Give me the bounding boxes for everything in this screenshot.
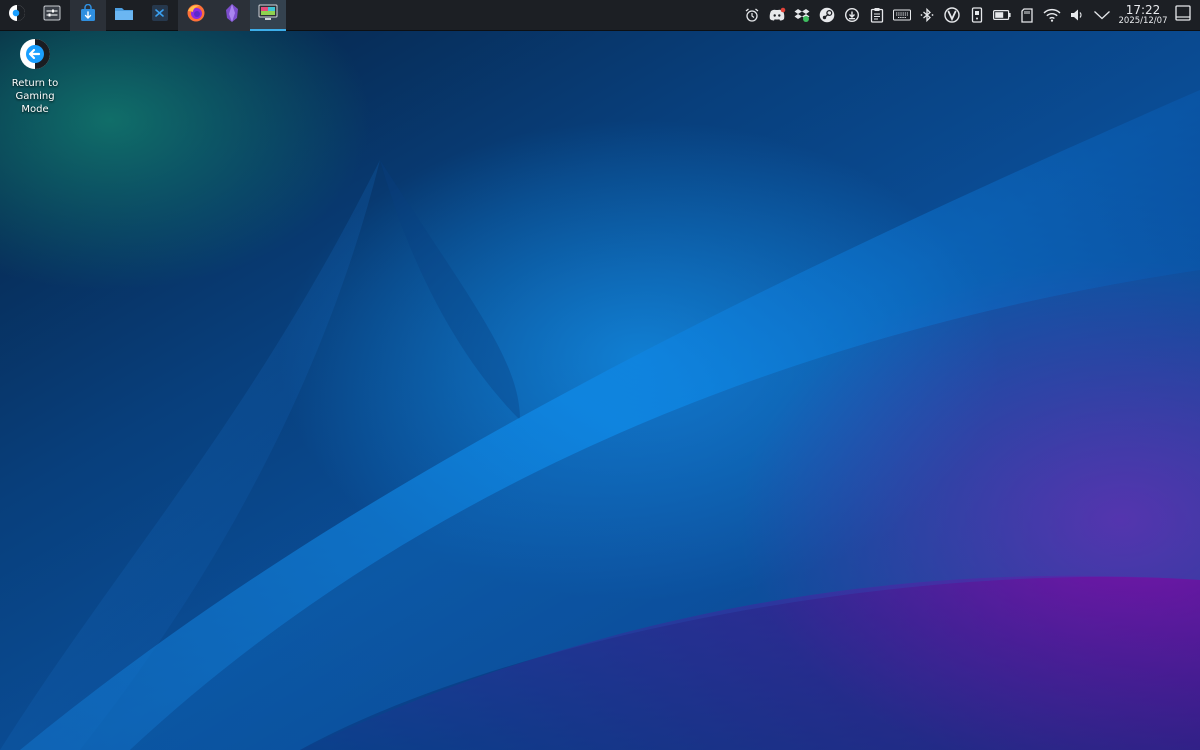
task-vscode[interactable] [142,0,178,31]
keyboard-icon[interactable] [889,0,914,31]
task-dolphin[interactable] [106,0,142,31]
task-obsidian[interactable] [214,0,250,31]
battery-icon[interactable] [989,0,1014,31]
desktop[interactable]: Return to Gaming Mode 17:22 2025/12/07 [0,0,1200,750]
return-arrow-icon [19,38,51,74]
volume-icon[interactable] [1064,0,1089,31]
clock-time: 17:22 [1125,3,1161,18]
clipboard-icon[interactable] [864,0,889,31]
discord-icon[interactable] [764,0,789,31]
code-icon [151,4,169,26]
digital-clock[interactable]: 17:22 2025/12/07 [1116,0,1170,31]
task-firefox[interactable] [178,0,214,31]
shortcut-label: Return to Gaming Mode [11,78,59,115]
task-manager [0,0,286,31]
firefox-icon [186,3,206,27]
steamos-logo-icon [8,4,26,26]
task-screen-app[interactable] [250,0,286,31]
wifi-icon[interactable] [1039,0,1064,31]
monitor-icon [258,4,278,25]
show-desktop-button[interactable] [1170,0,1196,31]
show-desktop-icon [1175,5,1191,25]
clock-date: 2025/12/07 [1118,16,1168,27]
taskbar: 17:22 2025/12/07 [0,0,1200,31]
vivaldi-icon[interactable] [939,0,964,31]
shopping-bag-icon [79,3,97,26]
settings-sliders-icon [43,5,61,25]
dropbox-icon[interactable] [789,0,814,31]
bluetooth-icon[interactable] [914,0,939,31]
wallpaper [0,90,1200,750]
device-icon[interactable] [964,0,989,31]
return-to-gaming-mode-shortcut[interactable]: Return to Gaming Mode [2,38,68,116]
steam-icon[interactable] [814,0,839,31]
chevron-down-icon[interactable] [1089,0,1114,31]
folder-icon [114,5,134,25]
obsidian-icon [223,3,241,27]
sd-card-icon[interactable] [1014,0,1039,31]
task-discover[interactable] [70,0,106,31]
application-launcher[interactable] [0,0,34,31]
task-system-settings[interactable] [34,0,70,31]
update-icon[interactable] [839,0,864,31]
alarm-icon[interactable] [739,0,764,31]
system-tray: 17:22 2025/12/07 [739,0,1200,31]
